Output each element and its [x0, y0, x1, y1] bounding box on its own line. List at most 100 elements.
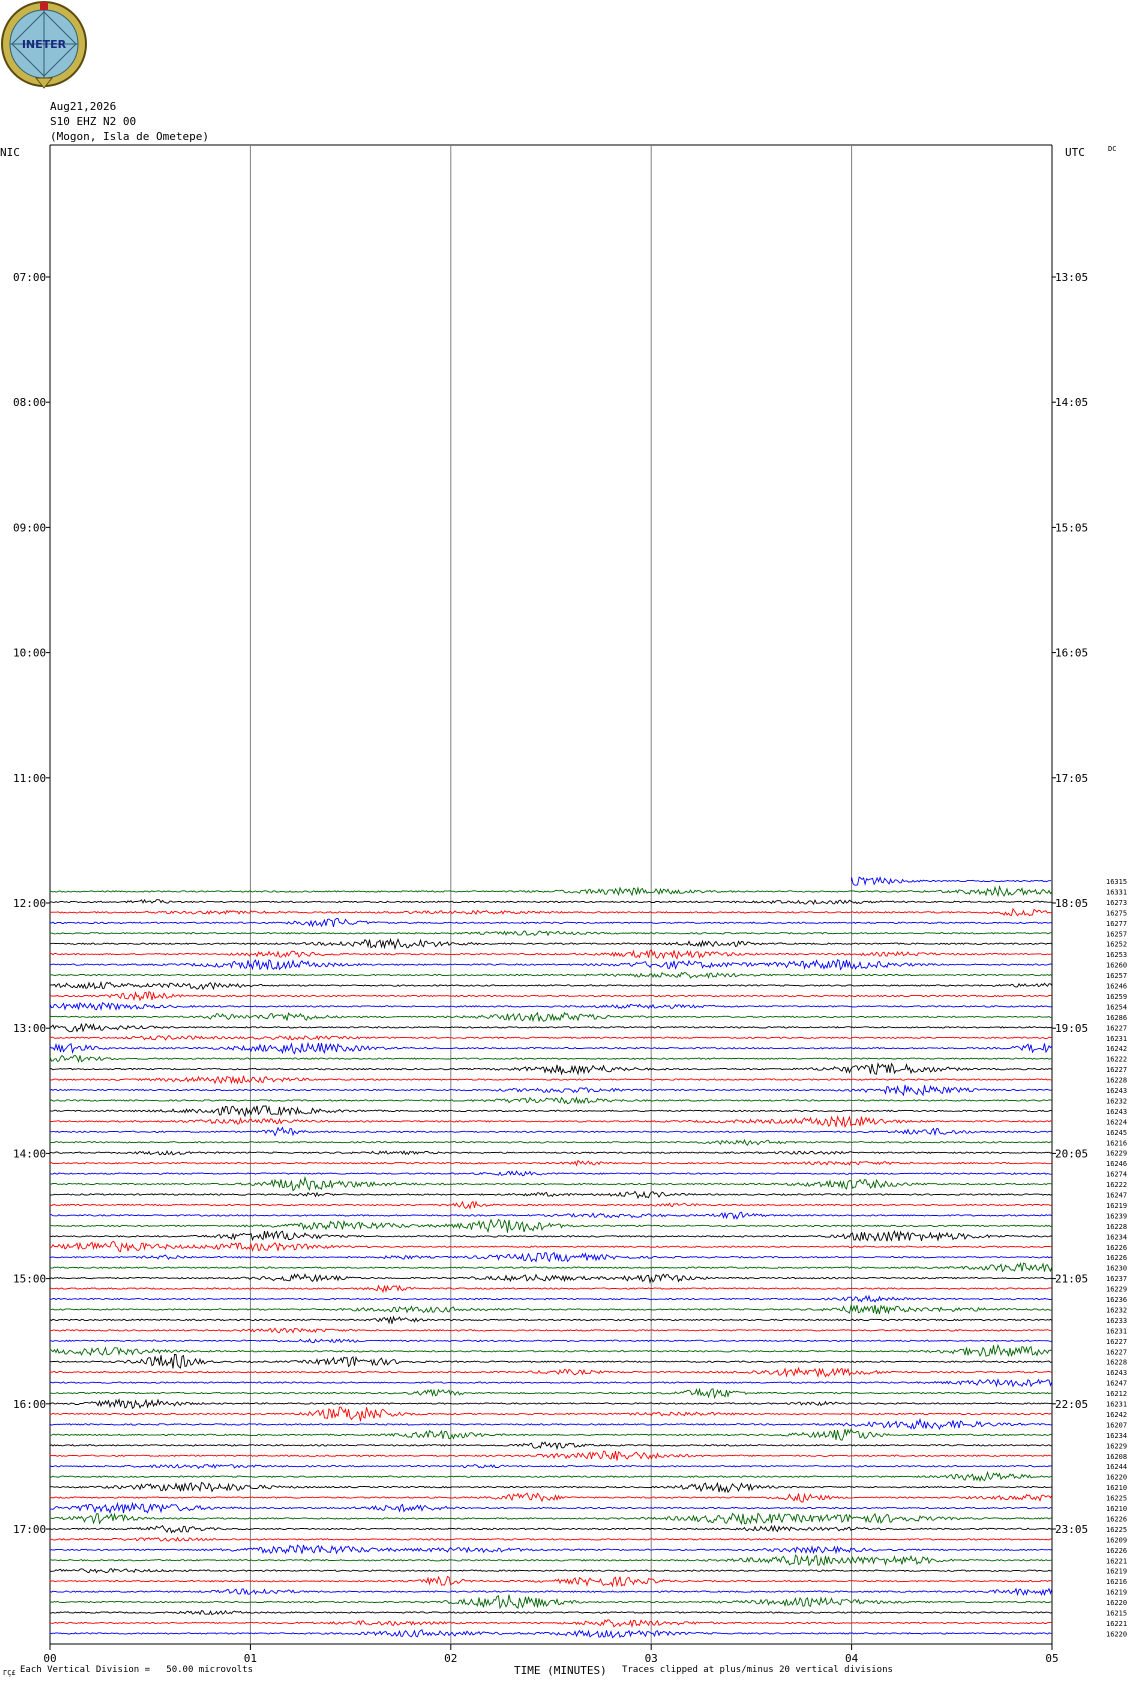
trace-dc-label: 16259 [1106, 993, 1127, 1001]
y-tick-label-right: 14:05 [1055, 396, 1088, 409]
seismic-trace [49, 1366, 1053, 1378]
trace-dc-label: 16221 [1106, 1620, 1127, 1628]
y-tick-label-left: 17:00 [13, 1523, 46, 1536]
seismic-trace [49, 1262, 1053, 1273]
trace-dc-label: 16231 [1106, 1327, 1127, 1335]
right-zone-label: UTC [1065, 146, 1085, 159]
trace-dc-label: 16277 [1106, 920, 1127, 928]
seismic-trace [49, 1481, 1053, 1494]
trace-dc-label: 16275 [1106, 909, 1127, 917]
seismic-trace [49, 1170, 1052, 1177]
trace-dc-label: 16219 [1106, 1589, 1127, 1597]
trace-dc-label: 16229 [1106, 1150, 1127, 1158]
seismic-trace [49, 1378, 1053, 1388]
trace-dc-label: 16252 [1106, 941, 1127, 949]
trace-dc-label: 16215 [1106, 1610, 1127, 1618]
seismic-trace [49, 1230, 1053, 1242]
trace-dc-label: 16226 [1106, 1515, 1127, 1523]
trace-dc-label: 16220 [1106, 1474, 1127, 1482]
label-group: 00 01 02 03 04 05 NIC UTC DC 07:00 08:00 09:00 10:00… [0, 145, 1127, 1665]
trace-dc-label: 16229 [1106, 1442, 1127, 1450]
seismic-trace [49, 1211, 1053, 1220]
trace-dc-label: 16236 [1106, 1296, 1127, 1304]
corner-mark: ΓÇ£ [3, 1669, 16, 1677]
y-tick-label-right: 19:05 [1055, 1022, 1088, 1035]
trace-dc-label: 16216 [1106, 1578, 1127, 1586]
seismic-trace [49, 1105, 1053, 1118]
seismic-trace [49, 1463, 1053, 1470]
trace-dc-label: 16230 [1106, 1265, 1127, 1273]
trace-dc-label: 16242 [1106, 1411, 1127, 1419]
trace-dc-label: 16229 [1106, 1286, 1127, 1294]
seismic-trace [49, 1387, 1053, 1400]
seismic-trace [49, 1417, 1053, 1431]
y-tick-label-right: 13:05 [1055, 271, 1088, 284]
left-zone-label: NIC [0, 146, 20, 159]
seismic-trace [49, 1398, 1053, 1410]
seismic-trace [49, 1501, 1053, 1514]
seismic-trace [49, 1619, 1053, 1629]
trace-dc-label: 16219 [1106, 1202, 1127, 1210]
seismic-trace [49, 1240, 1053, 1253]
trace-dc-label: 16246 [1106, 1160, 1127, 1168]
trace-dc-label: 16209 [1106, 1536, 1127, 1544]
seismic-trace [49, 1190, 1053, 1200]
seismic-trace [49, 1524, 1052, 1534]
x-tick-label: 01 [244, 1652, 257, 1665]
trace-dc-label: 16207 [1106, 1421, 1127, 1429]
trace-dc-label: 16260 [1106, 962, 1127, 970]
trace-dc-label: 16210 [1106, 1505, 1127, 1513]
seismic-trace [49, 959, 1053, 971]
seismic-trace [49, 1428, 1053, 1441]
trace-dc-label: 16227 [1106, 1348, 1127, 1356]
seismic-trace [49, 1441, 1053, 1451]
trace-dc-label: 16228 [1106, 1223, 1127, 1231]
dc-header-label: DC [1108, 145, 1116, 153]
seismic-trace [49, 1041, 1053, 1055]
seismic-trace [49, 1175, 1053, 1192]
trace-dc-label: 16243 [1106, 1369, 1127, 1377]
seismic-trace [49, 1327, 1053, 1334]
seismic-trace [49, 1492, 1053, 1503]
y-tick-label-right: 18:05 [1055, 897, 1088, 910]
trace-dc-label: 16233 [1106, 1317, 1127, 1325]
trace-dc-label: 16246 [1106, 983, 1127, 991]
trace-dc-label: 16243 [1106, 1087, 1127, 1095]
seismic-trace [49, 1284, 1052, 1294]
trace-dc-label: 16331 [1106, 888, 1127, 896]
trace-dc-label: 16226 [1106, 1547, 1127, 1555]
seismic-trace [49, 1054, 1053, 1064]
trace-dc-label: 16286 [1106, 1014, 1127, 1022]
seismic-trace [49, 1594, 1053, 1610]
seismic-trace [49, 1273, 1053, 1284]
seismic-trace [49, 1200, 1053, 1210]
seismic-trace [49, 1034, 1053, 1041]
seismic-trace [49, 1512, 1053, 1525]
seismic-trace [49, 1150, 1053, 1156]
trace-dc-label: 16227 [1106, 1066, 1127, 1074]
trace-dc-label: 16232 [1106, 1097, 1127, 1105]
trace-dc-label: 16234 [1106, 1432, 1127, 1440]
trace-dc-label: 16216 [1106, 1139, 1127, 1147]
seismic-trace [49, 1343, 1053, 1357]
seismic-trace [50, 898, 1053, 906]
seismic-trace [49, 1575, 1053, 1588]
trace-dc-label: 16226 [1106, 1254, 1127, 1262]
trace-dc-label: 16225 [1106, 1495, 1127, 1503]
seismic-trace [49, 1061, 1053, 1076]
seismic-trace [49, 949, 1053, 960]
seismic-trace [49, 1354, 1053, 1369]
y-tick-label-right: 22:05 [1055, 1398, 1088, 1411]
seismic-trace [49, 1022, 1053, 1033]
trace-dc-label: 16239 [1106, 1212, 1127, 1220]
seismic-trace [49, 937, 1053, 951]
trace-dc-label: 16244 [1106, 1463, 1127, 1471]
y-tick-label-left: 10:00 [13, 647, 46, 660]
seismic-trace [49, 1251, 1053, 1263]
x-tick-label: 03 [645, 1652, 658, 1665]
seismic-trace [49, 1218, 1053, 1234]
y-tick-label-left: 07:00 [13, 271, 46, 284]
seismic-trace [49, 918, 1053, 928]
y-tick-label-right: 23:05 [1055, 1523, 1088, 1536]
trace-dc-label: 16237 [1106, 1275, 1127, 1283]
